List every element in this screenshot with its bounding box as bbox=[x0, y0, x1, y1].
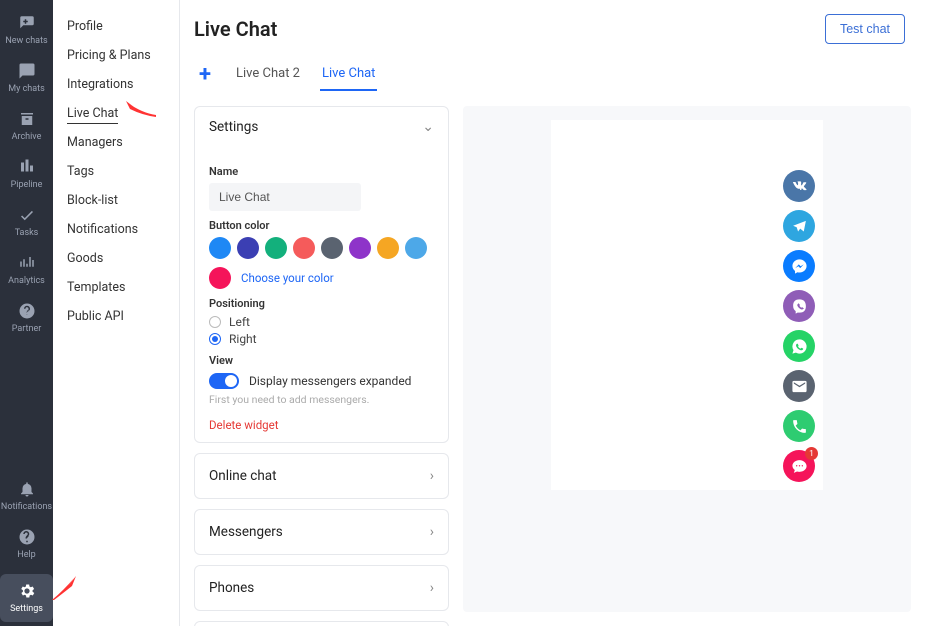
subnav-templates[interactable]: Templates bbox=[53, 273, 179, 302]
subnav-block-list[interactable]: Block-list bbox=[53, 186, 179, 215]
phones-section[interactable]: Phones› bbox=[194, 565, 449, 611]
rail-analytics[interactable]: Analytics bbox=[0, 248, 53, 296]
color-swatches bbox=[209, 237, 434, 259]
settings-subnav: Profile Pricing & Plans Integrations Liv… bbox=[53, 0, 180, 626]
test-chat-button[interactable]: Test chat bbox=[825, 14, 905, 44]
rail-notifications[interactable]: Notifications bbox=[0, 474, 53, 522]
color-swatch[interactable] bbox=[321, 237, 343, 259]
quick-answers-section[interactable]: Quick answers› bbox=[194, 621, 449, 626]
preview-panel: 1 bbox=[463, 106, 911, 612]
online-chat-section[interactable]: Online chat› bbox=[194, 453, 449, 499]
color-swatch[interactable] bbox=[405, 237, 427, 259]
email-bubble-icon[interactable] bbox=[783, 370, 815, 402]
color-swatch[interactable] bbox=[265, 237, 287, 259]
color-swatch[interactable] bbox=[293, 237, 315, 259]
annotation-arrow-icon bbox=[122, 97, 156, 123]
subnav-tags[interactable]: Tags bbox=[53, 157, 179, 186]
tab-live-chat[interactable]: Live Chat bbox=[320, 58, 377, 91]
subnav-pricing[interactable]: Pricing & Plans bbox=[53, 41, 179, 70]
main-nav-rail: New chats My chats Archive Pipeline Task… bbox=[0, 0, 53, 626]
rail-archive[interactable]: Archive bbox=[0, 104, 53, 152]
rail-partner[interactable]: $ Partner bbox=[0, 296, 53, 344]
name-label: Name bbox=[209, 165, 434, 178]
toggle-label: Display messengers expanded bbox=[249, 374, 411, 388]
subnav-notifications[interactable]: Notifications bbox=[53, 215, 179, 244]
chevron-right-icon: › bbox=[430, 468, 434, 484]
chat-bubble-icon[interactable]: 1 bbox=[783, 450, 815, 482]
color-swatch[interactable] bbox=[377, 237, 399, 259]
rail-help[interactable]: Help bbox=[0, 522, 53, 570]
color-swatch[interactable] bbox=[237, 237, 259, 259]
vk-bubble-icon[interactable] bbox=[783, 170, 815, 202]
subnav-public-api[interactable]: Public API bbox=[53, 302, 179, 331]
widget-tabs: + Live Chat 2 Live Chat bbox=[180, 44, 925, 92]
messengers-section[interactable]: Messengers› bbox=[194, 509, 449, 555]
display-expanded-toggle[interactable] bbox=[209, 373, 239, 389]
notification-badge: 1 bbox=[805, 447, 818, 460]
delete-widget-link[interactable]: Delete widget bbox=[209, 418, 434, 432]
widget-name-input[interactable] bbox=[209, 183, 361, 211]
rail-new-chats[interactable]: New chats bbox=[0, 8, 53, 56]
subnav-profile[interactable]: Profile bbox=[53, 12, 179, 41]
telegram-bubble-icon[interactable] bbox=[783, 210, 815, 242]
chevron-right-icon: › bbox=[430, 580, 434, 596]
positioning-label: Positioning bbox=[209, 297, 434, 310]
phone-bubble-icon[interactable] bbox=[783, 410, 815, 442]
button-color-label: Button color bbox=[209, 219, 434, 232]
widget-preview: 1 bbox=[551, 120, 823, 490]
custom-color-swatch[interactable] bbox=[209, 267, 231, 289]
settings-card: Settings ⌄ Name Button color bbox=[194, 106, 449, 443]
subnav-managers[interactable]: Managers bbox=[53, 128, 179, 157]
whatsapp-bubble-icon[interactable] bbox=[783, 330, 815, 362]
viber-bubble-icon[interactable] bbox=[783, 290, 815, 322]
rail-settings[interactable]: Settings bbox=[0, 574, 53, 622]
rail-my-chats[interactable]: My chats bbox=[0, 56, 53, 104]
rail-tasks[interactable]: Tasks bbox=[0, 200, 53, 248]
subnav-goods[interactable]: Goods bbox=[53, 244, 179, 273]
chevron-down-icon: ⌄ bbox=[422, 119, 434, 135]
messenger-bubble-icon[interactable] bbox=[783, 250, 815, 282]
view-label: View bbox=[209, 354, 434, 367]
tab-live-chat-2[interactable]: Live Chat 2 bbox=[234, 58, 302, 91]
choose-color-link[interactable]: Choose your color bbox=[241, 271, 334, 285]
page-title: Live Chat bbox=[194, 17, 277, 41]
position-left-radio[interactable]: Left bbox=[209, 315, 434, 329]
annotation-arrow-icon bbox=[52, 570, 82, 604]
add-widget-button[interactable]: + bbox=[194, 64, 216, 86]
svg-text:$: $ bbox=[24, 307, 29, 318]
position-right-radio[interactable]: Right bbox=[209, 332, 434, 346]
rail-pipeline[interactable]: Pipeline bbox=[0, 152, 53, 200]
color-swatch[interactable] bbox=[349, 237, 371, 259]
subnav-live-chat[interactable]: Live Chat bbox=[53, 99, 179, 128]
view-hint: First you need to add messengers. bbox=[209, 393, 434, 406]
chevron-right-icon: › bbox=[430, 524, 434, 540]
color-swatch[interactable] bbox=[209, 237, 231, 259]
settings-section-header[interactable]: Settings ⌄ bbox=[195, 107, 448, 147]
subnav-integrations[interactable]: Integrations bbox=[53, 70, 179, 99]
